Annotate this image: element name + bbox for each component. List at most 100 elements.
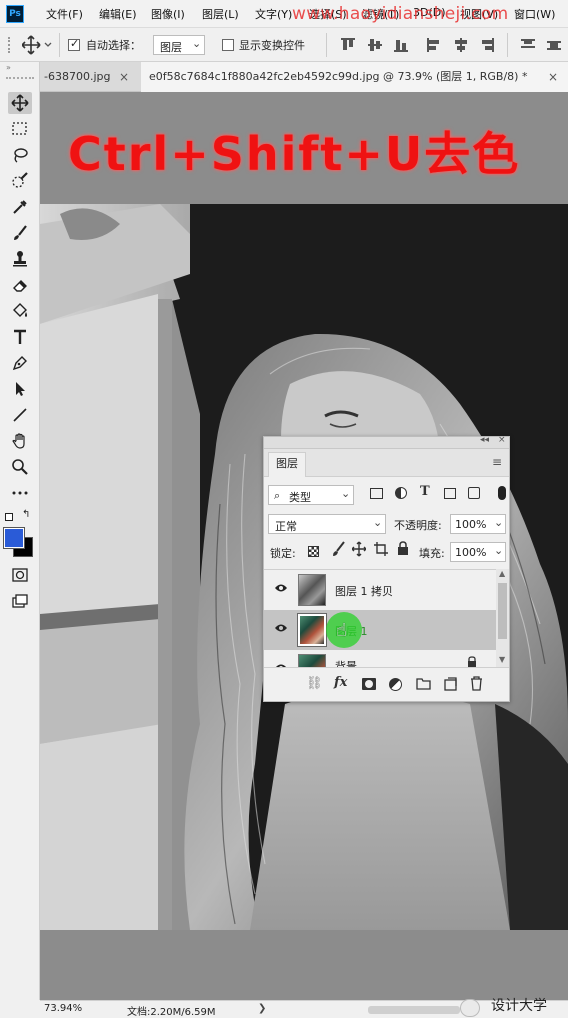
filter-type-icon[interactable]: T: [420, 484, 430, 499]
layer-row[interactable]: 背景: [264, 650, 496, 667]
blend-mode-value: 正常: [275, 520, 297, 533]
status-menu-arrow-icon[interactable]: ❯: [258, 1003, 266, 1014]
pen-tool-icon[interactable]: [8, 352, 32, 374]
quick-mask-icon[interactable]: [8, 564, 32, 586]
tab-layers[interactable]: 图层: [268, 452, 306, 477]
marquee-tool-icon[interactable]: [8, 118, 32, 140]
scroll-thumb[interactable]: [498, 583, 507, 639]
layer-row-selected[interactable]: 图层 1 ☝: [264, 610, 496, 650]
filter-shape-icon[interactable]: [444, 488, 456, 499]
toolbar-grip: [6, 77, 34, 79]
paint-bucket-tool-icon[interactable]: [8, 300, 32, 322]
visibility-eye-icon[interactable]: [274, 623, 288, 636]
filter-adjustment-icon[interactable]: [395, 487, 407, 499]
lock-position-icon[interactable]: [351, 541, 367, 560]
panel-header-strip: ◂◂ ×: [264, 435, 509, 449]
zoom-level[interactable]: 73.94%: [44, 1003, 82, 1014]
foreground-color-swatch[interactable]: [3, 527, 25, 549]
align-left-icon[interactable]: [427, 38, 441, 52]
trash-icon[interactable]: [470, 676, 483, 694]
lasso-tool-icon[interactable]: [8, 144, 32, 166]
visibility-eye-icon[interactable]: [274, 583, 288, 596]
distribute-top-icon[interactable]: [521, 38, 535, 52]
layer-filter-dropdown[interactable]: ⌕ 类型 ⌄: [268, 485, 354, 505]
filter-pixel-icon[interactable]: [370, 488, 383, 499]
filter-smart-object-icon[interactable]: [468, 487, 480, 499]
new-layer-icon[interactable]: [444, 677, 457, 694]
filter-toggle-icon[interactable]: [498, 486, 506, 500]
scroll-down-icon[interactable]: ▼: [499, 655, 505, 664]
show-transform-checkbox[interactable]: [222, 39, 234, 51]
line-tool-icon[interactable]: [8, 404, 32, 426]
fill-value: 100%: [455, 546, 487, 559]
tab-doc-2[interactable]: e0f58c7684c1f880a42fc2eb4592c99d.jpg @ 7…: [141, 62, 568, 92]
screen-mode-icon[interactable]: [8, 590, 32, 612]
opacity-label: 不透明度:: [394, 519, 442, 532]
move-tool-icon[interactable]: [8, 92, 32, 114]
horizontal-scrollbar[interactable]: [368, 1006, 460, 1014]
align-top-icon[interactable]: [341, 38, 355, 52]
chevron-down-icon: ⌄: [494, 544, 504, 557]
hand-tool-icon[interactable]: [8, 430, 32, 452]
fill-label: 填充:: [419, 547, 445, 560]
close-panel-icon[interactable]: ×: [498, 435, 506, 445]
adjustment-layer-icon[interactable]: [389, 678, 402, 691]
collapse-arrows-icon[interactable]: »: [6, 63, 11, 72]
menu-image[interactable]: 图像(I): [151, 6, 185, 22]
stamp-tool-icon[interactable]: [8, 248, 32, 270]
separator: [507, 33, 508, 57]
auto-select-checkbox[interactable]: [68, 37, 80, 51]
align-right-icon[interactable]: [480, 38, 494, 52]
blend-mode-dropdown[interactable]: 正常 ⌄: [268, 514, 386, 534]
default-colors-icon[interactable]: [5, 513, 13, 521]
menu-edit[interactable]: 编辑(E): [99, 6, 137, 22]
auto-select-dropdown[interactable]: 图层 ⌄: [153, 35, 205, 55]
fx-icon[interactable]: fx: [334, 675, 347, 690]
menu-type[interactable]: 文字(Y): [255, 6, 292, 22]
quick-select-tool-icon[interactable]: [8, 170, 32, 192]
panel-menu-icon[interactable]: ≡: [492, 455, 502, 469]
close-icon[interactable]: ×: [119, 62, 129, 92]
scroll-up-icon[interactable]: ▲: [499, 569, 505, 578]
layer-name[interactable]: 背景: [335, 658, 357, 667]
eraser-tool-icon[interactable]: [8, 274, 32, 296]
move-tool-preset-icon[interactable]: [21, 35, 54, 58]
fill-field[interactable]: 100% ⌄: [450, 542, 506, 562]
lock-pixels-icon[interactable]: [332, 541, 346, 560]
layers-scrollbar[interactable]: ▲ ▼: [496, 569, 509, 667]
menu-bar: Ps 文件(F) 编辑(E) 图像(I) 图层(L) 文字(Y) 选择(S) 滤…: [0, 0, 568, 28]
distribute-vcenter-icon[interactable]: [547, 38, 561, 52]
type-tool-icon[interactable]: [8, 326, 32, 348]
folder-icon[interactable]: [416, 677, 431, 693]
layer-name[interactable]: 图层 1 拷贝: [335, 583, 393, 599]
chevron-down-icon: ⌄: [373, 516, 383, 529]
layer-thumbnail: [297, 613, 327, 647]
align-vcenter-icon[interactable]: [368, 38, 382, 52]
layers-panel: ◂◂ × 图层 ≡ ⌕ 类型 ⌄ T 正常 ⌄ 不透明度: 100% ⌄ 锁定:: [263, 435, 510, 702]
close-icon[interactable]: ×: [548, 62, 558, 92]
collapse-panel-icon[interactable]: ◂◂: [480, 435, 489, 445]
tab-doc-1[interactable]: -638700.jpg ×: [40, 62, 137, 92]
link-icon[interactable]: ⛓: [306, 676, 323, 691]
layer-row[interactable]: 图层 1 拷贝: [264, 570, 496, 610]
more-tools-icon[interactable]: [8, 482, 32, 504]
search-icon: ⌕: [274, 489, 281, 502]
menu-file[interactable]: 文件(F): [46, 6, 83, 22]
menu-window[interactable]: 窗口(W): [514, 6, 555, 22]
separator: [326, 33, 327, 57]
menu-layer[interactable]: 图层(L): [202, 6, 239, 22]
zoom-tool-icon[interactable]: [8, 456, 32, 478]
brush-tool-icon[interactable]: [8, 222, 32, 244]
mask-icon[interactable]: [362, 678, 376, 690]
align-hcenter-icon[interactable]: [454, 38, 468, 52]
eyedropper-tool-icon[interactable]: [8, 196, 32, 218]
swap-colors-icon[interactable]: ↰: [22, 509, 30, 520]
path-select-tool-icon[interactable]: [8, 378, 32, 400]
align-bottom-icon[interactable]: [394, 38, 408, 52]
lock-all-icon[interactable]: [397, 541, 409, 559]
lock-artboard-icon[interactable]: [374, 541, 388, 560]
filter-kind-value: 类型: [289, 491, 311, 504]
opacity-field[interactable]: 100% ⌄: [450, 514, 506, 534]
lock-transparency-icon[interactable]: [308, 546, 319, 557]
options-bar: 自动选择： 图层 ⌄ 显示变换控件: [0, 28, 568, 62]
